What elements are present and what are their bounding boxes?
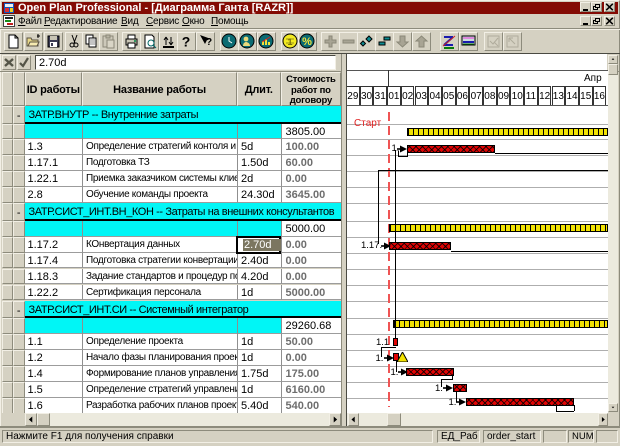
svg-text:?: ? <box>182 34 191 50</box>
svg-text:%: % <box>302 36 312 48</box>
svg-text:?: ? <box>206 37 212 48</box>
svg-text:1: 1 <box>287 37 292 47</box>
